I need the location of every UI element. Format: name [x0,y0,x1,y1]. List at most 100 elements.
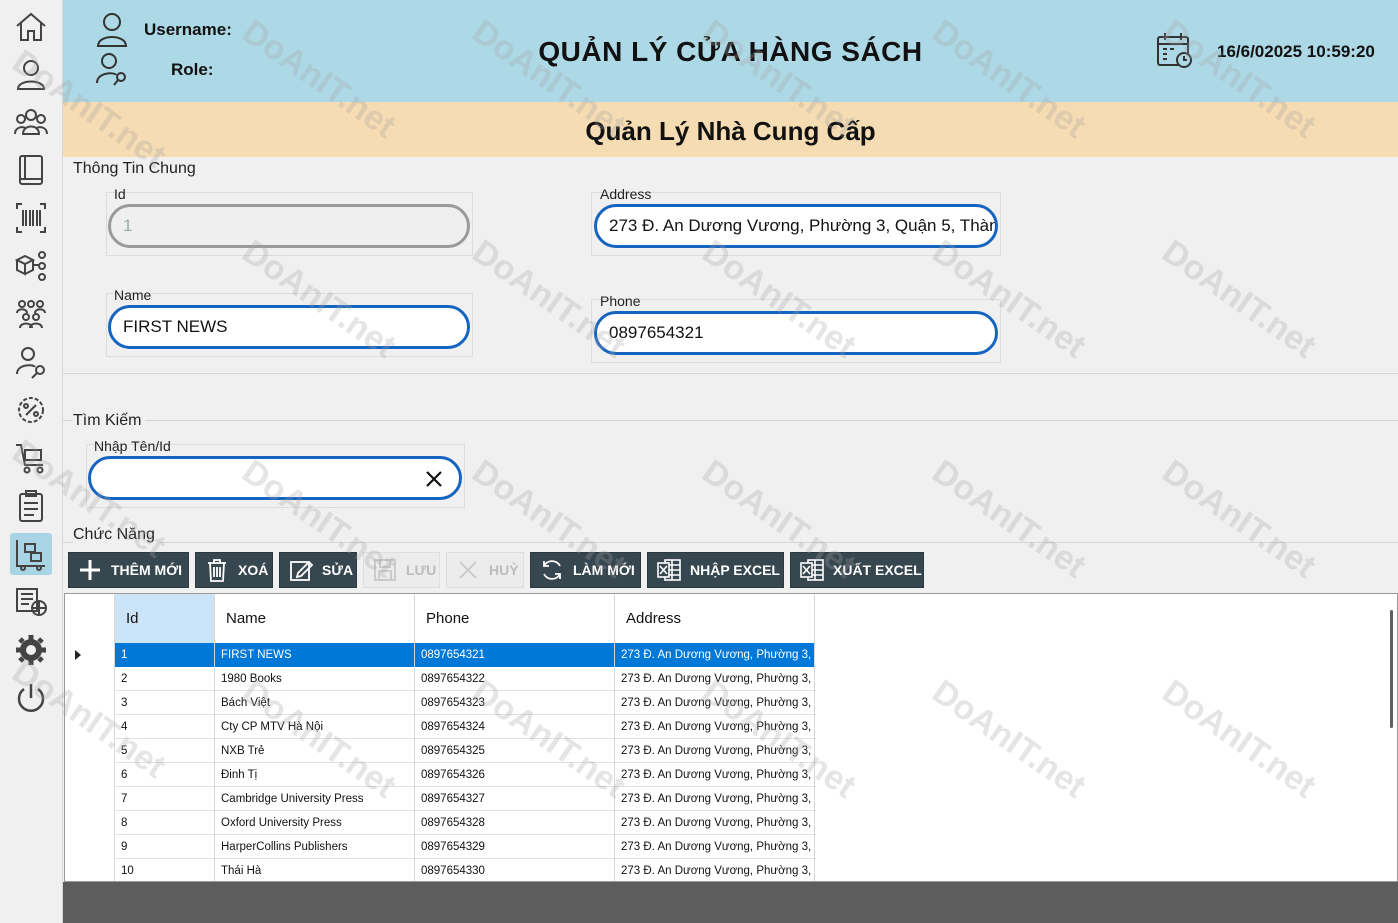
table-cell-phone[interactable]: 0897654330 [415,859,615,881]
table-row[interactable]: 10 Thái Hà 0897654330 273 Đ. An Dương Vương… [65,859,816,881]
table-cell-name[interactable]: Đinh Tị [215,763,415,787]
column-header-id[interactable]: Id [115,594,215,643]
discount-icon[interactable] [10,389,52,431]
home-icon[interactable] [10,6,52,48]
table-row[interactable]: 8 Oxford University Press 0897654328 273 Đ.… [65,811,816,835]
table-cell-phone[interactable]: 0897654325 [415,739,615,763]
row-header[interactable] [65,643,115,667]
row-header[interactable] [65,835,115,859]
cart-icon[interactable] [10,437,52,479]
save-button[interactable]: LƯU [363,552,440,588]
address-input[interactable]: 273 Đ. An Dương Vương, Phường 3, Quận 5,… [594,204,998,248]
table-cell-address[interactable]: 273 Đ. An Dương Vương, Phường 3, ... [615,835,815,859]
edit-button[interactable]: SỬA [279,552,357,588]
table-cell-phone[interactable]: 0897654329 [415,835,615,859]
vertical-scrollbar[interactable] [1390,610,1393,728]
table-row[interactable]: 1 FIRST NEWS 0897654321 273 Đ. An Dương Vươ… [65,643,816,667]
table-cell-address[interactable]: 273 Đ. An Dương Vương, Phường 3, ... [615,811,815,835]
report-icon[interactable] [10,581,52,623]
table-cell-address[interactable]: 273 Đ. An Dương Vương, Phường 3, ... [615,859,815,881]
table-cell-name[interactable]: Thái Hà [215,859,415,881]
table-cell-id[interactable]: 6 [115,763,215,787]
table-cell-id[interactable]: 7 [115,787,215,811]
watermark-text: DoAnIT.net [925,452,1093,586]
table-cell-id[interactable]: 9 [115,835,215,859]
table-row[interactable]: 3 Bách Việt 0897654323 273 Đ. An Dương Vươn… [65,691,816,715]
table-cell-name[interactable]: 1980 Books [215,667,415,691]
table-cell-id[interactable]: 4 [115,715,215,739]
add-button[interactable]: THÊM MỚI [68,552,189,588]
column-header-address[interactable]: Address [615,594,815,643]
user-icon[interactable] [10,53,52,95]
row-header[interactable] [65,763,115,787]
table-cell-id[interactable]: 2 [115,667,215,691]
row-header[interactable] [65,811,115,835]
phone-input[interactable]: 0897654321 [594,311,998,355]
column-header-name[interactable]: Name [215,594,415,643]
table-cell-id[interactable]: 3 [115,691,215,715]
table-cell-phone[interactable]: 0897654322 [415,667,615,691]
cancel-button[interactable]: HUỶ [446,552,524,588]
row-header[interactable] [65,691,115,715]
export-excel-button[interactable]: XUẤT EXCEL [790,552,924,588]
table-cell-name[interactable]: Bách Việt [215,691,415,715]
table-cell-name[interactable]: Oxford University Press [215,811,415,835]
refresh-button[interactable]: LÀM MỚI [530,552,641,588]
column-header-phone[interactable]: Phone [415,594,615,643]
customers-icon[interactable] [10,293,52,335]
table-row[interactable]: 6 Đinh Tị 0897654326 273 Đ. An Dương Vương,… [65,763,816,787]
edit-icon [290,560,314,581]
table-cell-name[interactable]: NXB Trẻ [215,739,415,763]
row-header[interactable] [65,715,115,739]
table-cell-address[interactable]: 273 Đ. An Dương Vương, Phường 3, ... [615,643,815,667]
table-row[interactable]: 7 Cambridge University Press 0897654327 273… [65,787,816,811]
row-header[interactable] [65,859,115,881]
settings-icon[interactable] [10,629,52,671]
clear-search-icon[interactable] [425,470,443,488]
clipboard-icon[interactable] [10,485,52,527]
table-cell-phone[interactable]: 0897654328 [415,811,615,835]
table-row[interactable]: 2 1980 Books 0897654322 273 Đ. An Dương Vươ… [65,667,816,691]
search-input[interactable] [88,456,462,500]
table-cell-phone[interactable]: 0897654327 [415,787,615,811]
table-cell-phone[interactable]: 0897654321 [415,643,615,667]
table-row[interactable]: 9 HarperCollins Publishers 0897654329 273 Đ… [65,835,816,859]
datetime-display: 16/6/02025 10:59:20 [1217,42,1375,61]
calendar-clock-icon [1157,33,1192,68]
power-icon[interactable] [10,677,52,719]
table-cell-address[interactable]: 273 Đ. An Dương Vương, Phường 3, ... [615,739,815,763]
row-header[interactable] [65,667,115,691]
book-icon[interactable] [10,149,52,191]
table-cell-phone[interactable]: 0897654326 [415,763,615,787]
inventory-icon[interactable] [10,245,52,287]
name-input[interactable]: FIRST NEWS [108,305,470,349]
table-cell-id[interactable]: 1 [115,643,215,667]
table-cell-name[interactable]: Cambridge University Press [215,787,415,811]
table-cell-address[interactable]: 273 Đ. An Dương Vương, Phường 3, ... [615,667,815,691]
barcode-icon[interactable] [10,197,52,239]
user-key-icon[interactable] [10,341,52,383]
delete-button[interactable]: XOÁ [195,552,273,588]
table-cell-name[interactable]: FIRST NEWS [215,643,415,667]
delete-button-label: XOÁ [238,562,269,578]
table-cell-phone[interactable]: 0897654323 [415,691,615,715]
current-row-arrow-icon [75,650,81,660]
table-cell-name[interactable]: HarperCollins Publishers [215,835,415,859]
table-cell-name[interactable]: Cty CP MTV Hà Nội [215,715,415,739]
row-header[interactable] [65,787,115,811]
table-row[interactable]: 4 Cty CP MTV Hà Nội 0897654324 273 Đ. An Dư… [65,715,816,739]
table-cell-address[interactable]: 273 Đ. An Dương Vương, Phường 3, ... [615,787,815,811]
table-row[interactable]: 5 NXB Trẻ 0897654325 273 Đ. An Dương Vương,… [65,739,816,763]
row-header[interactable] [65,739,115,763]
add-button-label: THÊM MỚI [111,562,183,578]
table-cell-address[interactable]: 273 Đ. An Dương Vương, Phường 3, ... [615,715,815,739]
table-cell-id[interactable]: 8 [115,811,215,835]
table-cell-id[interactable]: 10 [115,859,215,881]
supplier-icon[interactable] [10,533,52,575]
table-cell-id[interactable]: 5 [115,739,215,763]
import-excel-button[interactable]: NHẬP EXCEL [647,552,784,588]
table-cell-address[interactable]: 273 Đ. An Dương Vương, Phường 3, ... [615,763,815,787]
table-cell-address[interactable]: 273 Đ. An Dương Vương, Phường 3, ... [615,691,815,715]
table-cell-phone[interactable]: 0897654324 [415,715,615,739]
group-icon[interactable] [10,101,52,143]
